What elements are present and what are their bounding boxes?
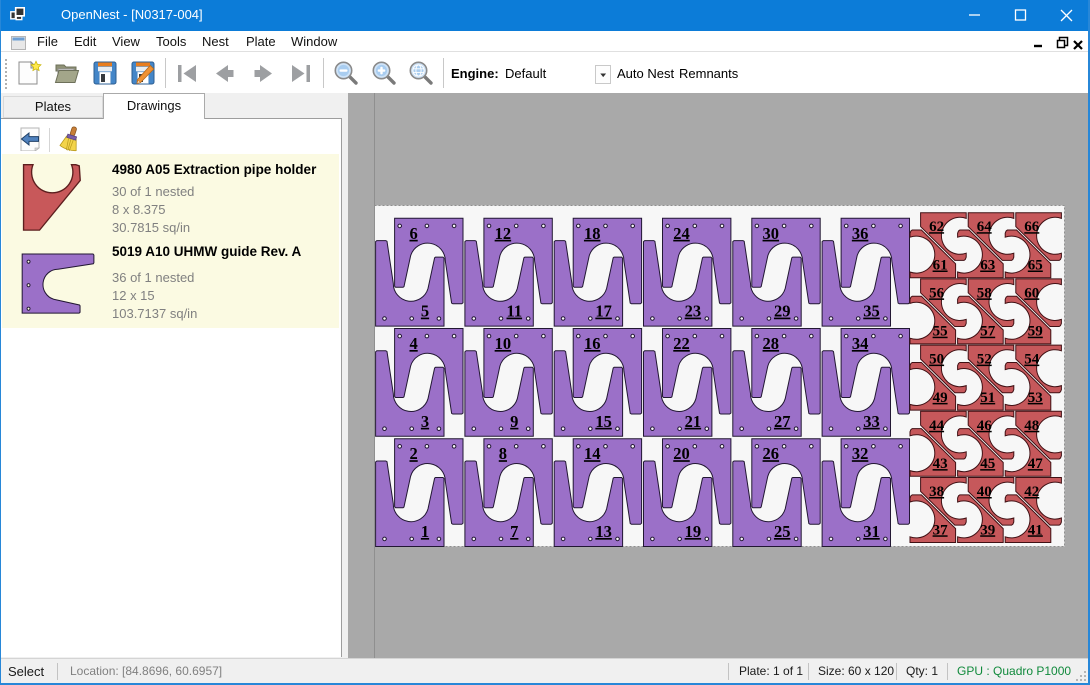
svg-text:52: 52 (977, 352, 992, 368)
svg-text:21: 21 (685, 412, 702, 431)
svg-text:57: 57 (980, 324, 996, 340)
svg-text:44: 44 (929, 418, 945, 434)
svg-text:8: 8 (499, 444, 507, 463)
svg-text:1: 1 (421, 522, 429, 541)
svg-text:50: 50 (929, 352, 944, 368)
svg-text:38: 38 (929, 484, 944, 500)
svg-text:47: 47 (1028, 456, 1044, 472)
svg-text:5: 5 (421, 302, 429, 321)
svg-text:24: 24 (673, 224, 690, 243)
svg-text:46: 46 (977, 418, 993, 434)
svg-text:59: 59 (1028, 324, 1043, 340)
svg-text:63: 63 (980, 258, 995, 274)
svg-text:34: 34 (852, 334, 869, 353)
svg-text:9: 9 (510, 412, 518, 431)
svg-text:15: 15 (595, 412, 612, 431)
svg-text:30: 30 (763, 224, 780, 243)
svg-text:19: 19 (685, 522, 702, 541)
svg-text:16: 16 (584, 334, 601, 353)
svg-text:10: 10 (495, 334, 512, 353)
svg-text:31: 31 (863, 522, 880, 541)
svg-text:45: 45 (980, 456, 995, 472)
svg-text:7: 7 (510, 522, 518, 541)
svg-text:61: 61 (933, 258, 948, 274)
svg-text:58: 58 (977, 285, 992, 301)
svg-text:49: 49 (933, 390, 948, 406)
svg-text:32: 32 (852, 444, 869, 463)
svg-text:54: 54 (1024, 352, 1040, 368)
svg-text:41: 41 (1028, 522, 1043, 538)
svg-text:3: 3 (421, 412, 429, 431)
svg-text:14: 14 (584, 444, 601, 463)
svg-text:35: 35 (863, 302, 880, 321)
svg-text:26: 26 (763, 444, 780, 463)
svg-text:6: 6 (409, 224, 417, 243)
svg-text:42: 42 (1024, 484, 1039, 500)
svg-text:4: 4 (409, 334, 417, 353)
svg-text:48: 48 (1024, 418, 1039, 434)
svg-text:2: 2 (409, 444, 417, 463)
svg-text:62: 62 (929, 219, 944, 235)
svg-text:20: 20 (673, 444, 690, 463)
svg-text:60: 60 (1024, 285, 1039, 301)
svg-text:17: 17 (595, 302, 612, 321)
svg-text:27: 27 (774, 412, 791, 431)
svg-text:23: 23 (685, 302, 702, 321)
svg-text:66: 66 (1024, 219, 1040, 235)
svg-text:40: 40 (977, 484, 992, 500)
svg-text:18: 18 (584, 224, 601, 243)
svg-text:33: 33 (863, 412, 880, 431)
svg-text:65: 65 (1028, 258, 1043, 274)
svg-text:22: 22 (673, 334, 690, 353)
svg-text:51: 51 (980, 390, 995, 406)
svg-text:29: 29 (774, 302, 791, 321)
svg-text:13: 13 (595, 522, 612, 541)
svg-text:39: 39 (980, 522, 995, 538)
svg-text:11: 11 (507, 302, 523, 321)
svg-text:28: 28 (763, 334, 780, 353)
svg-text:64: 64 (977, 219, 993, 235)
svg-text:12: 12 (495, 224, 512, 243)
svg-text:53: 53 (1028, 390, 1043, 406)
svg-text:36: 36 (852, 224, 869, 243)
svg-text:55: 55 (933, 324, 948, 340)
svg-text:37: 37 (933, 522, 949, 538)
svg-text:25: 25 (774, 522, 791, 541)
svg-text:43: 43 (933, 456, 948, 472)
svg-text:56: 56 (929, 285, 945, 301)
